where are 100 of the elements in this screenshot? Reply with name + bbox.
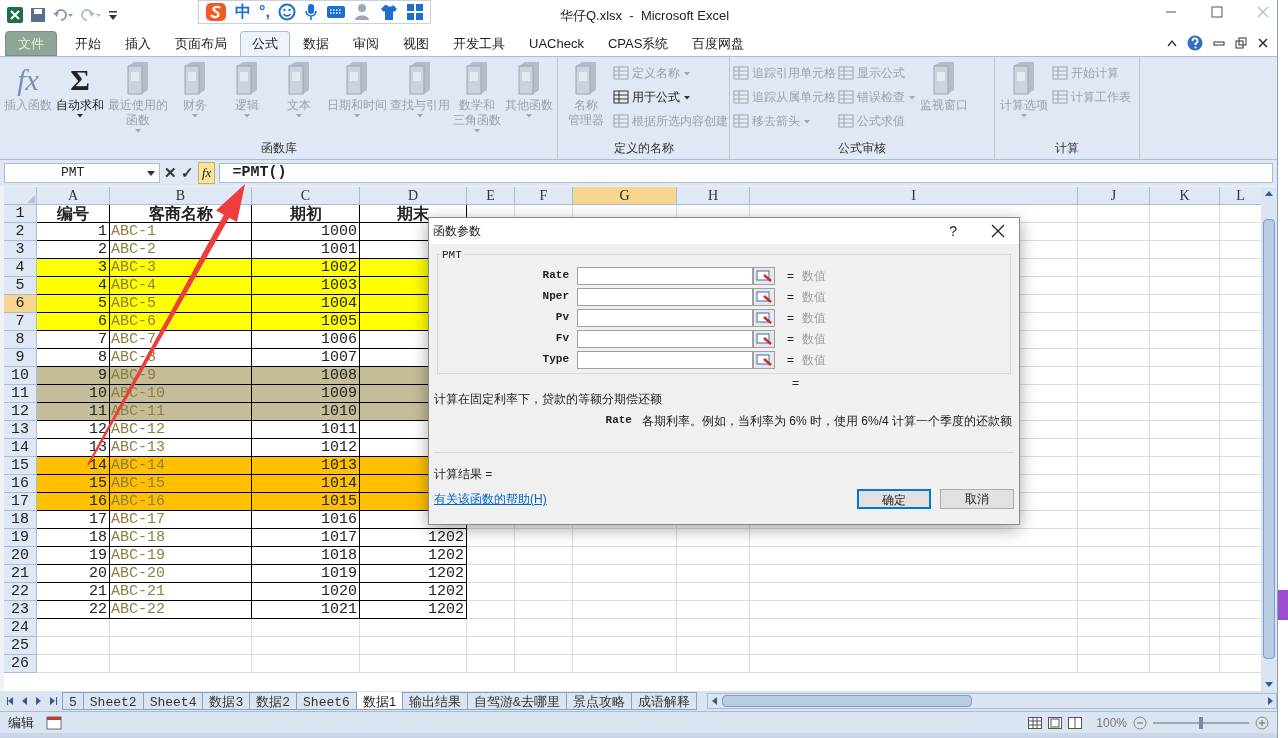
table-cell[interactable]: 14 bbox=[37, 457, 110, 475]
close-icon[interactable] bbox=[1257, 37, 1269, 49]
table-cell[interactable]: 11 bbox=[37, 403, 110, 421]
row-header[interactable]: 21 bbox=[4, 565, 37, 583]
table-cell[interactable]: 1020 bbox=[252, 583, 360, 601]
column-header[interactable]: H bbox=[677, 187, 750, 205]
left-arrow-icon[interactable] bbox=[6, 696, 15, 706]
table-cell[interactable]: ABC-19 bbox=[110, 547, 252, 565]
table-cell[interactable]: 16 bbox=[37, 493, 110, 511]
row-header[interactable]: 4 bbox=[4, 259, 37, 277]
dialog-button[interactable]: 确定 bbox=[857, 489, 931, 509]
row-header[interactable]: 23 bbox=[4, 601, 37, 619]
table-cell[interactable]: 1202 bbox=[360, 529, 467, 547]
row-header[interactable]: 20 bbox=[4, 547, 37, 565]
ribbon-tab[interactable]: 开始 bbox=[64, 31, 112, 56]
row-header[interactable]: 14 bbox=[4, 439, 37, 457]
ime-button[interactable]: 中 bbox=[235, 0, 251, 24]
page-break-icon[interactable] bbox=[1068, 716, 1083, 729]
ribbon-tab[interactable]: 开发工具 bbox=[442, 31, 516, 56]
input-field[interactable] bbox=[577, 329, 753, 348]
table-cell[interactable]: ABC-20 bbox=[110, 565, 252, 583]
sheet-tab[interactable]: 成语解释 bbox=[630, 692, 697, 710]
input-field[interactable] bbox=[577, 308, 753, 327]
column-header[interactable]: A bbox=[37, 187, 110, 205]
sheet-tab[interactable]: 自驾游&去哪里 bbox=[467, 692, 567, 710]
row-header[interactable]: 17 bbox=[4, 493, 37, 511]
ribbon-tab[interactable]: UACheck bbox=[518, 31, 595, 56]
smiley-icon[interactable] bbox=[277, 3, 296, 21]
table-cell[interactable]: 1011 bbox=[252, 421, 360, 439]
scroll-thumb[interactable] bbox=[1263, 219, 1275, 659]
grid-icon[interactable] bbox=[405, 3, 424, 21]
column-header[interactable]: F bbox=[515, 187, 573, 205]
sheet-tab[interactable]: 数据2 bbox=[249, 692, 298, 710]
row-header[interactable]: 11 bbox=[4, 385, 37, 403]
table-cell[interactable]: ABC-17 bbox=[110, 511, 252, 529]
table-cell[interactable]: 4 bbox=[37, 277, 110, 295]
table-cell[interactable]: ABC-6 bbox=[110, 313, 252, 331]
ribbon-tab[interactable]: CPAS系统 bbox=[596, 31, 680, 56]
column-header[interactable]: D bbox=[360, 187, 467, 205]
table-cell[interactable]: 1014 bbox=[252, 475, 360, 493]
table-cell[interactable]: 1002 bbox=[252, 259, 360, 277]
row-header[interactable]: 5 bbox=[4, 277, 37, 295]
sheet-tab[interactable]: 5 bbox=[62, 692, 84, 710]
zoom-out-icon[interactable] bbox=[1133, 715, 1147, 730]
collapse-ribbon-icon[interactable] bbox=[1167, 39, 1177, 47]
table-cell[interactable]: 1013 bbox=[252, 457, 360, 475]
scroll-thumb[interactable] bbox=[721, 695, 972, 707]
table-cell[interactable]: 1016 bbox=[252, 511, 360, 529]
ime-button[interactable]: °, bbox=[259, 0, 270, 24]
row-header[interactable]: 12 bbox=[4, 403, 37, 421]
table-cell[interactable]: 1202 bbox=[360, 547, 467, 565]
table-cell[interactable]: ABC-21 bbox=[110, 583, 252, 601]
help-button[interactable]: ? bbox=[949, 220, 957, 242]
row-header[interactable]: 8 bbox=[4, 331, 37, 349]
range-select-icon[interactable] bbox=[753, 329, 775, 348]
row-header[interactable]: 19 bbox=[4, 529, 37, 547]
cancel-button[interactable]: ✕ bbox=[164, 161, 177, 185]
sheet-tab[interactable]: Sheet2 bbox=[82, 692, 144, 710]
person-icon[interactable] bbox=[353, 3, 372, 21]
vertical-scrollbar[interactable] bbox=[1261, 187, 1277, 691]
table-cell[interactable]: 编号 bbox=[37, 205, 110, 223]
redo-icon[interactable] bbox=[80, 7, 102, 23]
table-cell[interactable]: 3 bbox=[37, 259, 110, 277]
shirt-icon[interactable] bbox=[379, 3, 398, 21]
ribbon-tab[interactable]: 公式 bbox=[240, 31, 290, 56]
range-select-icon[interactable] bbox=[753, 350, 775, 369]
row-header[interactable]: 22 bbox=[4, 583, 37, 601]
normal-view-icon[interactable] bbox=[1028, 716, 1043, 729]
ribbon-tab[interactable]: 页面布局 bbox=[164, 31, 238, 56]
column-header[interactable]: B bbox=[110, 187, 252, 205]
table-cell[interactable]: 20 bbox=[37, 565, 110, 583]
column-header[interactable]: E bbox=[467, 187, 515, 205]
ribbon-tab[interactable]: 视图 bbox=[392, 31, 440, 56]
caret-icon[interactable] bbox=[76, 113, 84, 118]
table-cell[interactable]: 1009 bbox=[252, 385, 360, 403]
help-icon[interactable] bbox=[1187, 35, 1203, 51]
row-header[interactable]: 25 bbox=[4, 637, 37, 655]
row-header[interactable]: 2 bbox=[4, 223, 37, 241]
table-cell[interactable]: 1202 bbox=[360, 565, 467, 583]
table-cell[interactable]: ABC-4 bbox=[110, 277, 252, 295]
ribbon-button[interactable]: Σ 自动求和 bbox=[55, 60, 105, 118]
row-header[interactable]: 18 bbox=[4, 511, 37, 529]
zoom-in-icon[interactable] bbox=[1255, 715, 1269, 730]
row-header[interactable]: 16 bbox=[4, 475, 37, 493]
table-cell[interactable]: 1008 bbox=[252, 367, 360, 385]
row-header[interactable]: 9 bbox=[4, 349, 37, 367]
dialog-button[interactable]: 取消 bbox=[940, 489, 1014, 509]
s-logo-icon[interactable] bbox=[205, 2, 227, 22]
sheet-tab[interactable]: 数据3 bbox=[202, 692, 251, 710]
sheet-tab[interactable]: 数据1 bbox=[355, 692, 404, 710]
table-cell[interactable]: 18 bbox=[37, 529, 110, 547]
maximize-icon[interactable] bbox=[1211, 6, 1223, 18]
table-cell[interactable]: 1021 bbox=[252, 601, 360, 619]
sheet-tab[interactable]: 输出结果 bbox=[402, 692, 469, 710]
column-header[interactable]: K bbox=[1150, 187, 1220, 205]
page-layout-icon[interactable] bbox=[1048, 716, 1063, 729]
ribbon-tab[interactable]: 插入 bbox=[114, 31, 162, 56]
column-header[interactable]: G bbox=[573, 187, 677, 205]
row-header[interactable]: 24 bbox=[4, 619, 37, 637]
name-box[interactable]: PMT bbox=[4, 163, 160, 183]
